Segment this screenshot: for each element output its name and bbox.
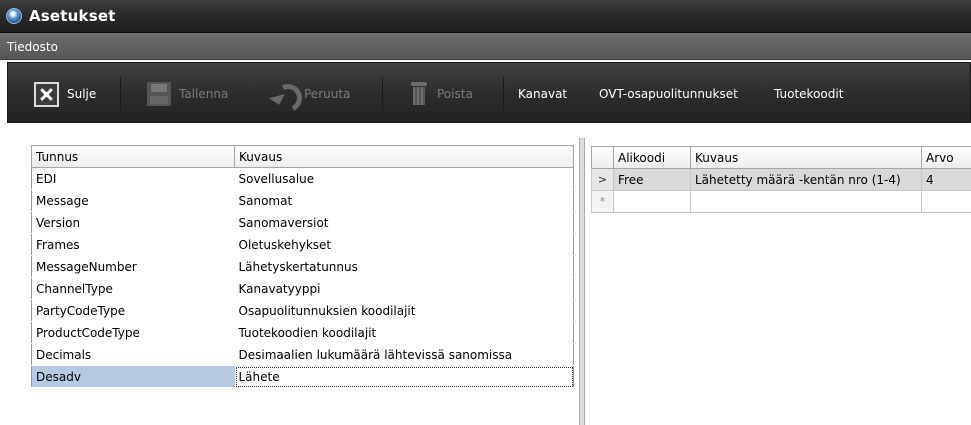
undo-label: Peruuta bbox=[304, 87, 351, 101]
window-title: Asetukset bbox=[29, 7, 116, 25]
close-label: Sulje bbox=[67, 87, 97, 101]
column-header-tunnus[interactable]: Tunnus bbox=[31, 145, 235, 168]
table-row[interactable]: EDI Sovellusalue bbox=[31, 167, 574, 190]
ovt-label: OVT-osapuolitunnukset bbox=[599, 87, 738, 101]
table-header-row: Tunnus Kuvaus bbox=[31, 145, 574, 168]
close-button[interactable]: Sulje bbox=[34, 81, 97, 107]
ovt-button[interactable]: OVT-osapuolitunnukset bbox=[599, 82, 738, 106]
toolbar-separator bbox=[503, 77, 504, 111]
cell-kuvaus[interactable]: Desimaalien lukumäärä lähtevissä sanomis… bbox=[234, 343, 574, 366]
table-row[interactable]: Message Sanomat bbox=[31, 189, 574, 212]
table-row-selected[interactable]: Desadv Lähete bbox=[31, 365, 574, 388]
cell-tunnus[interactable]: Message bbox=[31, 189, 235, 212]
cell-arvo[interactable] bbox=[921, 190, 971, 213]
subcode-table: Alikoodi Kuvaus Arvo > Free Lähetetty mä… bbox=[591, 146, 971, 213]
menu-bar: Tiedosto bbox=[0, 33, 971, 60]
trash-icon bbox=[409, 82, 429, 106]
cell-arvo[interactable]: 4 bbox=[921, 168, 971, 191]
delete-label: Poista bbox=[437, 87, 473, 101]
cell-kuvaus[interactable]: Osapuolitunnuksien koodilajit bbox=[234, 299, 574, 322]
save-label: Tallenna bbox=[179, 87, 229, 101]
cell-kuvaus[interactable]: Lähetyskertatunnus bbox=[234, 255, 574, 278]
table-row[interactable]: > Free Lähetetty määrä -kentän nro (1-4)… bbox=[591, 168, 971, 191]
product-codes-label: Tuotekoodit bbox=[774, 87, 844, 101]
cell-alikoodi[interactable] bbox=[613, 190, 691, 213]
column-header-arvo[interactable]: Arvo bbox=[921, 146, 971, 169]
cell-kuvaus[interactable]: Kanavatyyppi bbox=[234, 277, 574, 300]
cell-tunnus[interactable]: ProductCodeType bbox=[31, 321, 235, 344]
current-row-indicator[interactable]: > bbox=[591, 168, 614, 191]
row-header-corner bbox=[591, 146, 614, 169]
toolbar-separator bbox=[382, 77, 383, 111]
save-button[interactable]: Tallenna bbox=[147, 82, 228, 106]
table-row[interactable]: ChannelType Kanavatyyppi bbox=[31, 277, 574, 300]
cell-kuvaus[interactable]: Sovellusalue bbox=[234, 167, 574, 190]
channels-button[interactable]: Kanavat bbox=[518, 82, 567, 106]
cell-tunnus[interactable]: PartyCodeType bbox=[31, 299, 235, 322]
undo-icon bbox=[270, 82, 296, 106]
cell-tunnus[interactable]: Desadv bbox=[31, 365, 235, 388]
column-header-alikoodi[interactable]: Alikoodi bbox=[613, 146, 691, 169]
product-codes-button[interactable]: Tuotekoodit bbox=[774, 82, 843, 106]
table-row[interactable]: Version Sanomaversiot bbox=[31, 211, 574, 234]
channels-label: Kanavat bbox=[518, 87, 568, 101]
table-row[interactable]: ProductCodeType Tuotekoodien koodilajit bbox=[31, 321, 574, 344]
cell-tunnus[interactable]: MessageNumber bbox=[31, 255, 235, 278]
globe-icon bbox=[6, 8, 22, 24]
cell-tunnus[interactable]: EDI bbox=[31, 167, 235, 190]
column-header-kuvaus[interactable]: Kuvaus bbox=[690, 146, 922, 169]
settings-table: Tunnus Kuvaus EDI Sovellusalue Message San… bbox=[31, 145, 574, 388]
table-row[interactable]: Decimals Desimaalien lukumäärä lähtevissä… bbox=[31, 343, 574, 366]
cell-alikoodi[interactable]: Free bbox=[613, 168, 691, 191]
cell-kuvaus[interactable]: Lähete bbox=[234, 365, 574, 388]
delete-button[interactable]: Poista bbox=[409, 82, 473, 106]
menu-file[interactable]: Tiedosto bbox=[7, 40, 58, 54]
cell-kuvaus[interactable]: Tuotekoodien koodilajit bbox=[234, 321, 574, 344]
cell-kuvaus[interactable]: Sanomaversiot bbox=[234, 211, 574, 234]
cell-kuvaus[interactable] bbox=[690, 190, 922, 213]
cell-tunnus[interactable]: Version bbox=[31, 211, 235, 234]
cell-tunnus[interactable]: Frames bbox=[31, 233, 235, 256]
cell-kuvaus[interactable]: Oletuskehykset bbox=[234, 233, 574, 256]
cell-tunnus[interactable]: Decimals bbox=[31, 343, 235, 366]
save-icon bbox=[147, 82, 171, 106]
title-bar: Asetukset bbox=[0, 0, 971, 33]
close-icon bbox=[34, 81, 59, 107]
cell-kuvaus[interactable]: Sanomat bbox=[234, 189, 574, 212]
table-row[interactable]: Frames Oletuskehykset bbox=[31, 233, 574, 256]
cell-tunnus[interactable]: ChannelType bbox=[31, 277, 235, 300]
table-row[interactable]: PartyCodeType Osapuolitunnuksien koodilaj… bbox=[31, 299, 574, 322]
cell-kuvaus[interactable]: Lähetetty määrä -kentän nro (1-4) bbox=[690, 168, 922, 191]
table-header-row: Alikoodi Kuvaus Arvo bbox=[591, 146, 971, 169]
new-row[interactable]: * bbox=[591, 190, 971, 213]
table-row[interactable]: MessageNumber Lähetyskertatunnus bbox=[31, 255, 574, 278]
undo-button[interactable]: Peruuta bbox=[270, 82, 350, 106]
column-header-kuvaus[interactable]: Kuvaus bbox=[234, 145, 574, 168]
toolbar-separator bbox=[120, 77, 121, 111]
pane-splitter[interactable] bbox=[579, 138, 585, 425]
new-row-indicator[interactable]: * bbox=[591, 190, 614, 213]
toolbar: Sulje Tallenna Peruuta Poista Kanavat OV… bbox=[7, 62, 971, 123]
